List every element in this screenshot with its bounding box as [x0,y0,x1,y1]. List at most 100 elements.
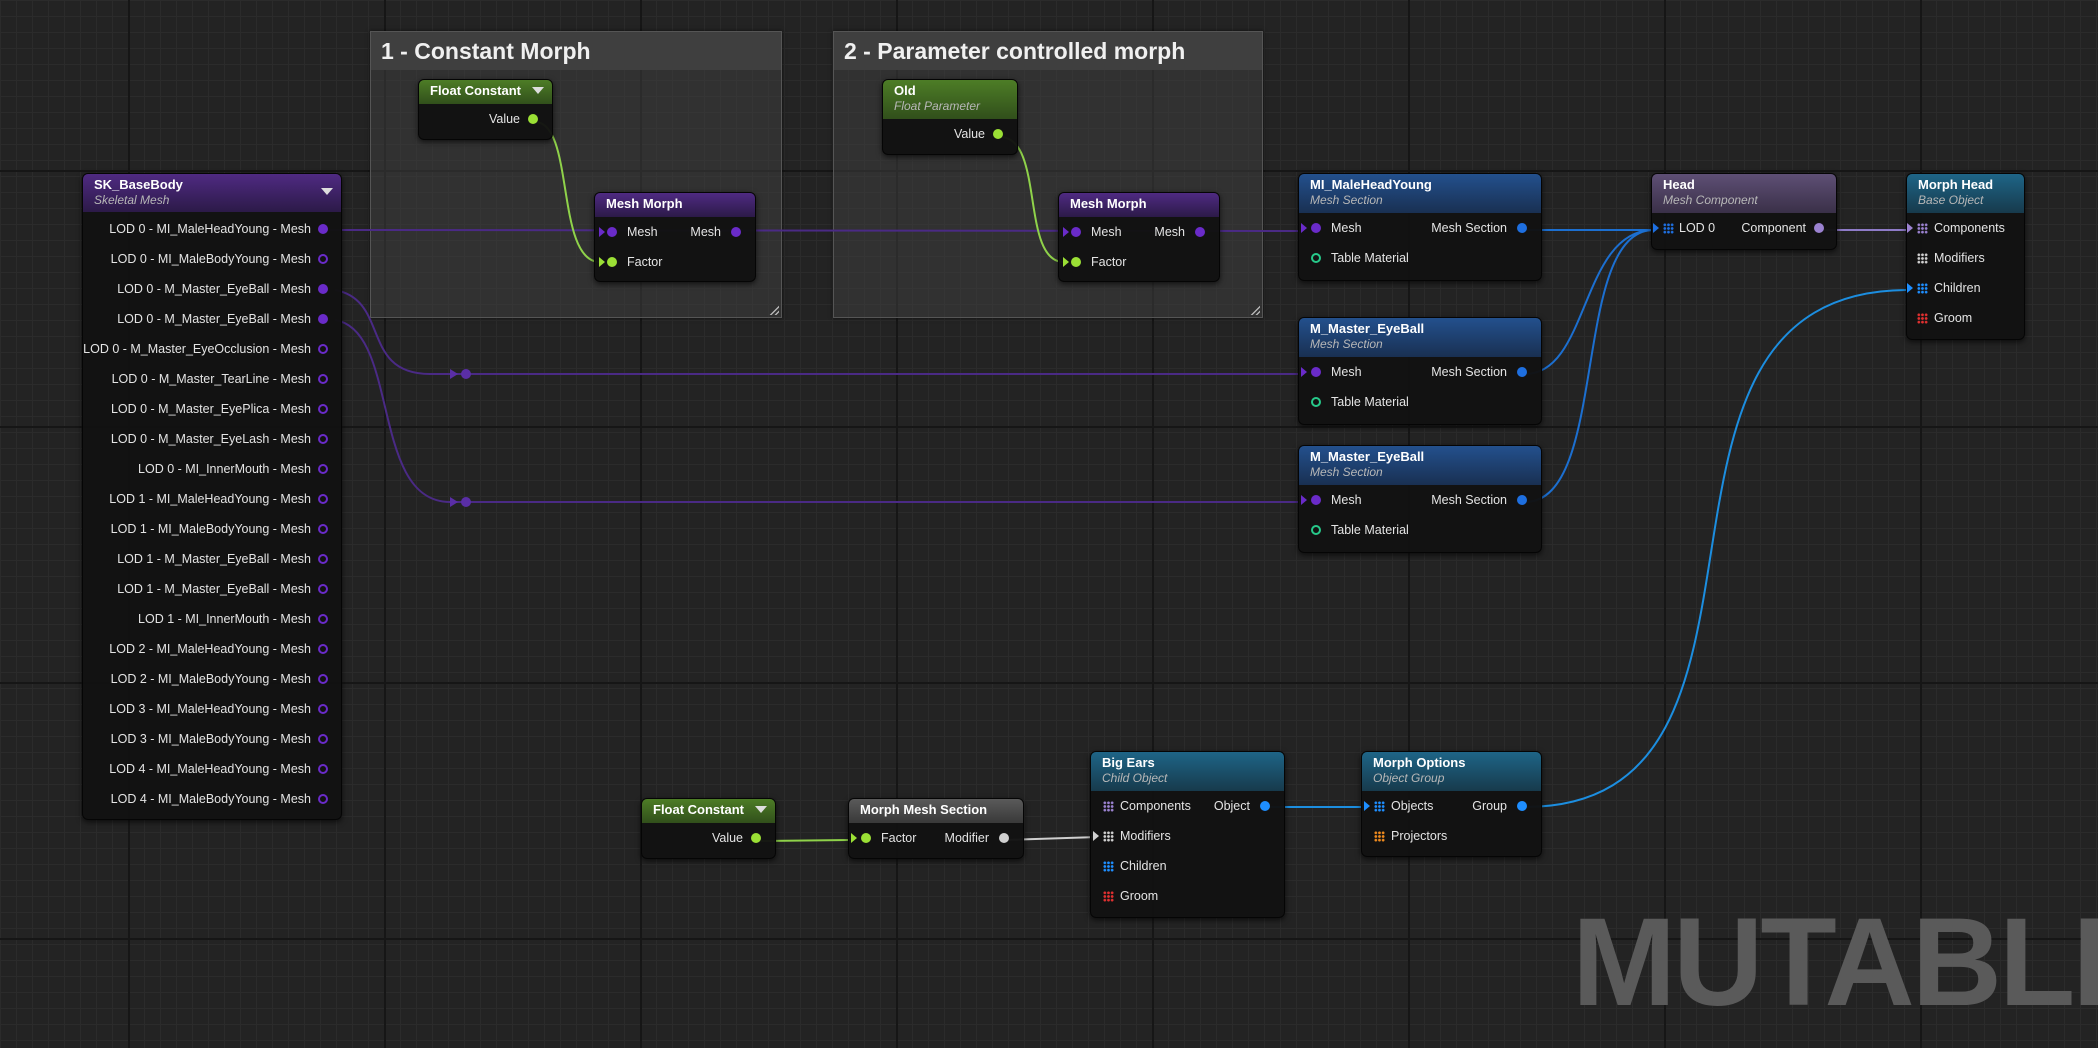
float-constant-node[interactable]: Float Constant Value [418,79,553,140]
node-header[interactable]: M_Master_EyeBall Mesh Section [1299,318,1541,357]
wire-eyeball-2 [334,319,1300,503]
modifiers-input-pin[interactable] [1103,831,1114,842]
mesh-output-pin[interactable] [318,314,328,324]
value-output-pin[interactable] [751,833,761,843]
mesh-output-pin[interactable] [318,254,328,264]
group-output-pin[interactable] [1517,801,1527,811]
components-input-pin[interactable] [1917,223,1928,234]
mesh-output-pin[interactable] [731,227,741,237]
pin-label: LOD 0 [1679,221,1716,235]
components-pin-row: Components Object [1091,791,1284,821]
mesh-output-pin[interactable] [318,224,328,234]
objects-input-pin[interactable] [1374,801,1385,812]
children-input-pin[interactable] [1917,283,1928,294]
morph-head-base-object-node[interactable]: Morph Head Base Object Components Modifi… [1906,173,2025,340]
modifiers-input-pin[interactable] [1917,253,1928,264]
mesh-section-output-pin[interactable] [1517,495,1527,505]
node-header[interactable]: Old Float Parameter [883,80,1017,119]
mesh-input-pin[interactable] [1311,495,1321,505]
table-material-input-pin[interactable] [1311,397,1321,407]
node-header[interactable]: Mesh Morph [595,193,755,217]
mesh-output-pin[interactable] [318,464,328,474]
pin-label: Modifier [944,831,989,845]
node-header[interactable]: M_Master_EyeBall Mesh Section [1299,446,1541,485]
node-header[interactable]: Big Ears Child Object [1091,752,1284,791]
mesh-input-pin[interactable] [1311,223,1321,233]
mesh-section-output-pin[interactable] [1517,367,1527,377]
mesh-output-pin[interactable] [318,764,328,774]
mesh-output-pin[interactable] [318,494,328,504]
node-header[interactable]: Head Mesh Component [1652,174,1836,213]
component-output-pin[interactable] [1814,223,1824,233]
mesh-output-pin[interactable] [318,554,328,564]
mesh-morph-node[interactable]: Mesh Morph Mesh Mesh Factor [594,192,756,282]
dropdown-arrow-icon[interactable] [755,806,767,813]
mesh-output-pin[interactable] [318,794,328,804]
node-header[interactable]: Mesh Morph [1059,193,1219,217]
mesh-section-node[interactable]: MI_MaleHeadYoung Mesh Section Mesh Mesh … [1298,173,1542,281]
mesh-output-pin[interactable] [318,644,328,654]
mesh-output-pin[interactable] [318,434,328,444]
mesh-output-pin[interactable] [318,524,328,534]
projectors-input-pin[interactable] [1374,831,1385,842]
float-constant-node[interactable]: Float Constant Value [641,798,776,859]
children-input-pin[interactable] [1103,861,1114,872]
mesh-output-pin[interactable] [318,284,328,294]
big-ears-child-object-node[interactable]: Big Ears Child Object Components Object … [1090,751,1285,918]
mesh-output-pin[interactable] [318,584,328,594]
node-header[interactable]: Float Constant [419,80,552,104]
projectors-pin-row: Projectors [1362,821,1541,851]
node-subtitle: Object Group [1373,771,1445,785]
node-header[interactable]: SK_BaseBody Skeletal Mesh [83,174,341,212]
groom-pin-row: Groom [1907,303,2024,333]
node-header[interactable]: Morph Options Object Group [1362,752,1541,791]
mesh-output-pin[interactable] [318,704,328,714]
morph-options-object-group-node[interactable]: Morph Options Object Group Objects Group… [1361,751,1542,857]
mesh-section-node[interactable]: M_Master_EyeBall Mesh Section Mesh Mesh … [1298,317,1542,425]
factor-input-pin[interactable] [1071,257,1081,267]
mesh-input-pin[interactable] [1071,227,1081,237]
value-output-pin[interactable] [528,114,538,124]
groom-input-pin[interactable] [1917,313,1928,324]
factor-input-pin[interactable] [861,833,871,843]
node-header[interactable]: Float Constant [642,799,775,823]
mesh-output-pin[interactable] [318,614,328,624]
mesh-output-pin[interactable] [318,404,328,414]
value-output-pin[interactable] [993,129,1003,139]
pin-label: LOD 3 - MI_MaleHeadYoung - Mesh [109,702,311,716]
old-float-parameter-node[interactable]: Old Float Parameter Value [882,79,1018,155]
mesh-input-pin[interactable] [1311,367,1321,377]
node-title: SK_BaseBody [94,177,183,192]
mesh-section-output-pin[interactable] [1517,223,1527,233]
components-input-pin[interactable] [1103,801,1114,812]
node-header[interactable]: MI_MaleHeadYoung Mesh Section [1299,174,1541,213]
mesh-output-pin[interactable] [318,674,328,684]
groom-input-pin[interactable] [1103,891,1114,902]
sk-base-body-node[interactable]: SK_BaseBody Skeletal Mesh LOD 0 - MI_Mal… [82,173,342,820]
pin-label: Value [711,831,743,845]
table-material-input-pin[interactable] [1311,525,1321,535]
object-output-pin[interactable] [1260,801,1270,811]
pin-label: Modifiers [1934,251,1985,265]
mesh-morph-node[interactable]: Mesh Morph Mesh Mesh Factor [1058,192,1220,282]
dropdown-arrow-icon[interactable] [532,87,544,94]
mesh-section-node[interactable]: M_Master_EyeBall Mesh Section Mesh Mesh … [1298,445,1542,553]
pin-label: LOD 1 - M_Master_EyeBall - Mesh [117,582,311,596]
pin-label: LOD 0 - M_Master_EyeBall - Mesh [117,312,311,326]
morph-mesh-section-node[interactable]: Morph Mesh Section Factor Modifier [848,798,1024,859]
mesh-output-pin[interactable] [318,734,328,744]
head-mesh-component-node[interactable]: Head Mesh Component LOD 0 Component [1651,173,1837,250]
modifier-output-pin[interactable] [999,833,1009,843]
mesh-output-pin[interactable] [318,374,328,384]
pin-arrow-icon [1093,831,1099,841]
dropdown-arrow-icon[interactable] [321,188,333,195]
mesh-output-pin[interactable] [1195,227,1205,237]
lod-output-row: LOD 1 - M_Master_EyeBall - Mesh [83,544,341,574]
lod-array-input-pin[interactable] [1663,223,1674,234]
factor-input-pin[interactable] [607,257,617,267]
node-header[interactable]: Morph Mesh Section [849,799,1023,823]
mesh-input-pin[interactable] [607,227,617,237]
table-material-input-pin[interactable] [1311,253,1321,263]
node-header[interactable]: Morph Head Base Object [1907,174,2024,213]
mesh-output-pin[interactable] [318,344,328,354]
